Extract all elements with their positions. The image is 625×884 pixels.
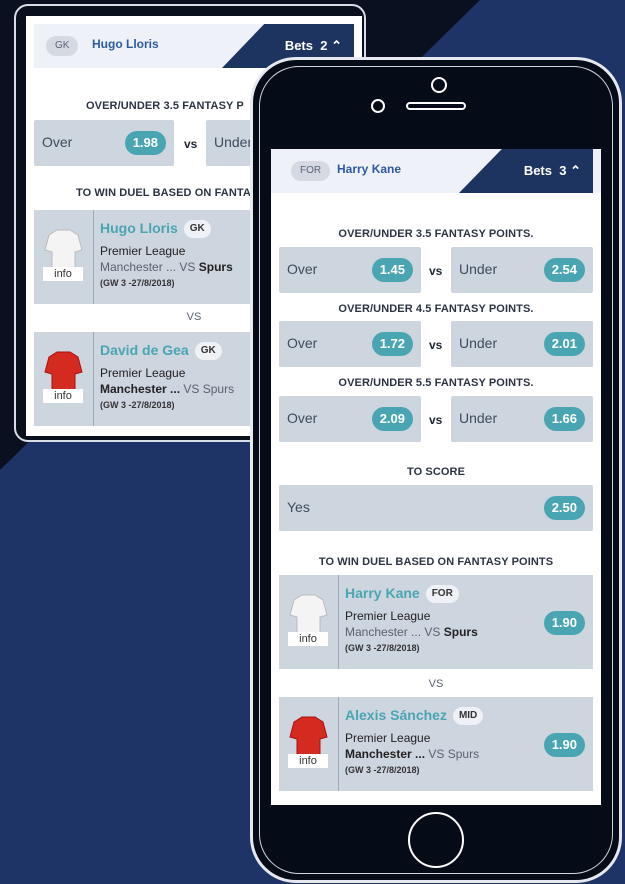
odds-badge: 1.90	[543, 733, 585, 757]
odds-badge: 1.98	[124, 131, 166, 155]
camera-icon	[431, 77, 447, 93]
over-option[interactable]: Over 1.98	[34, 120, 174, 166]
jersey-icon	[44, 229, 83, 277]
section-title: OVER/UNDER 3.5 FANTASY P	[86, 100, 244, 112]
yes-option[interactable]: Yes 2.50	[279, 485, 593, 531]
market-title: OVER/UNDER 4.5 FANTASY POINTS.	[338, 303, 534, 315]
vs-label: vs	[429, 264, 443, 278]
sensor-icon	[371, 99, 385, 113]
position-chip: GK	[46, 36, 79, 56]
odds-badge: 2.09	[371, 407, 413, 431]
duel-card[interactable]: info Harry Kane FOR Premier League Manche…	[279, 575, 593, 669]
under-option[interactable]: Under 1.66	[451, 396, 593, 442]
vs-label: VS	[428, 678, 444, 690]
chevron-up-icon: ⌃	[331, 38, 342, 53]
player-name[interactable]: Hugo Lloris	[92, 37, 159, 51]
bets-toggle[interactable]: Bets 3 ⌃	[459, 149, 593, 193]
jersey-icon	[289, 594, 328, 642]
odds-badge: 1.66	[543, 407, 585, 431]
player-name[interactable]: Hugo Lloris	[100, 220, 178, 236]
front-screen: FOR Harry Kane Bets 3 ⌃ OVER/UNDER 3.5 F…	[271, 149, 601, 805]
odds-badge: 2.54	[543, 258, 585, 282]
market-title: TO SCORE	[406, 466, 466, 478]
jersey-box[interactable]: info	[279, 575, 339, 669]
under-option[interactable]: Under 2.01	[451, 321, 593, 367]
odds-badge: 1.72	[371, 332, 413, 356]
position-chip: FOR	[291, 161, 331, 181]
section-title: TO WIN DUEL BASED ON FANTAS	[76, 187, 259, 199]
market-title: OVER/UNDER 5.5 FANTASY POINTS.	[338, 377, 534, 389]
vs-label: vs	[184, 137, 198, 151]
jersey-icon	[44, 351, 83, 399]
jersey-box[interactable]: info	[34, 332, 94, 426]
market-title: TO WIN DUEL BASED ON FANTASY POINTS	[318, 556, 554, 568]
player-name[interactable]: Harry Kane	[337, 162, 401, 176]
player-name[interactable]: Alexis Sánchez	[345, 707, 447, 723]
odds-badge: 2.01	[543, 332, 585, 356]
odds-badge: 1.90	[543, 611, 585, 635]
jersey-box[interactable]: info	[279, 697, 339, 791]
vs-label: vs	[429, 338, 443, 352]
over-option[interactable]: Over 1.72	[279, 321, 421, 367]
chevron-up-icon: ⌃	[570, 163, 581, 178]
home-button[interactable]	[408, 812, 464, 868]
over-option[interactable]: Over 2.09	[279, 396, 421, 442]
jersey-icon	[289, 716, 328, 764]
duel-card[interactable]: info Alexis Sánchez MID Premier League Ma…	[279, 697, 593, 791]
jersey-box[interactable]: info	[34, 210, 94, 304]
odds-badge: 2.50	[543, 496, 585, 520]
vs-label: vs	[429, 413, 443, 427]
front-phone: FOR Harry Kane Bets 3 ⌃ OVER/UNDER 3.5 F…	[250, 57, 622, 883]
player-name[interactable]: David de Gea	[100, 342, 189, 358]
under-option[interactable]: Under 2.54	[451, 247, 593, 293]
market-title: OVER/UNDER 3.5 FANTASY POINTS.	[338, 228, 534, 240]
player-name[interactable]: Harry Kane	[345, 585, 420, 601]
odds-badge: 1.45	[371, 258, 413, 282]
front-header: FOR Harry Kane Bets 3 ⌃	[271, 149, 601, 193]
speaker-icon	[406, 102, 466, 110]
over-option[interactable]: Over 1.45	[279, 247, 421, 293]
